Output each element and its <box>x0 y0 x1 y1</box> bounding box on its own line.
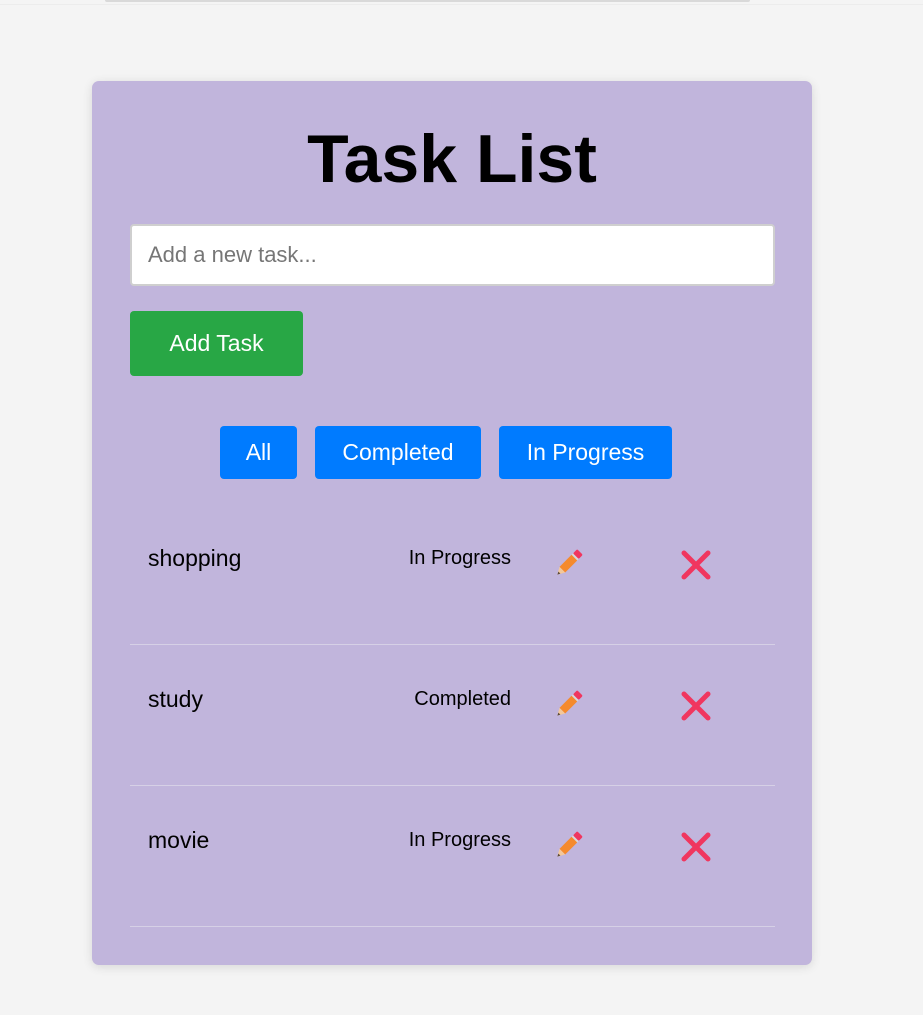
delete-task-button[interactable] <box>679 830 713 864</box>
pencil-icon <box>557 690 583 716</box>
delete-task-button[interactable] <box>679 548 713 582</box>
filter-completed-button[interactable]: Completed <box>315 426 481 479</box>
edit-task-button[interactable] <box>550 828 586 864</box>
add-task-button[interactable]: Add Task <box>130 311 303 376</box>
filter-in-progress-button[interactable]: In Progress <box>499 426 672 479</box>
pencil-icon <box>557 549 583 575</box>
task-row: movie In Progress <box>130 786 775 927</box>
task-name: study <box>148 686 203 712</box>
task-name: movie <box>148 827 210 853</box>
task-row: study Completed <box>130 645 775 786</box>
edit-task-button[interactable] <box>550 687 586 723</box>
cross-mark-icon <box>681 550 711 580</box>
top-divider <box>0 4 923 5</box>
task-status: Completed <box>414 688 511 710</box>
pencil-icon <box>557 831 583 857</box>
task-row: shopping In Progress <box>130 504 775 645</box>
cross-mark-icon <box>681 691 711 721</box>
new-task-input[interactable] <box>130 224 775 286</box>
browser-edge <box>105 0 750 2</box>
task-list-card: Task List Add Task All Completed In Prog… <box>92 81 812 965</box>
task-status: In Progress <box>408 547 511 569</box>
delete-task-button[interactable] <box>679 689 713 723</box>
task-name: shopping <box>148 545 242 571</box>
cross-mark-icon <box>681 832 711 862</box>
page-title: Task List <box>307 121 597 197</box>
task-status: In Progress <box>408 829 511 851</box>
filter-all-button[interactable]: All <box>220 426 297 479</box>
edit-task-button[interactable] <box>550 546 586 582</box>
